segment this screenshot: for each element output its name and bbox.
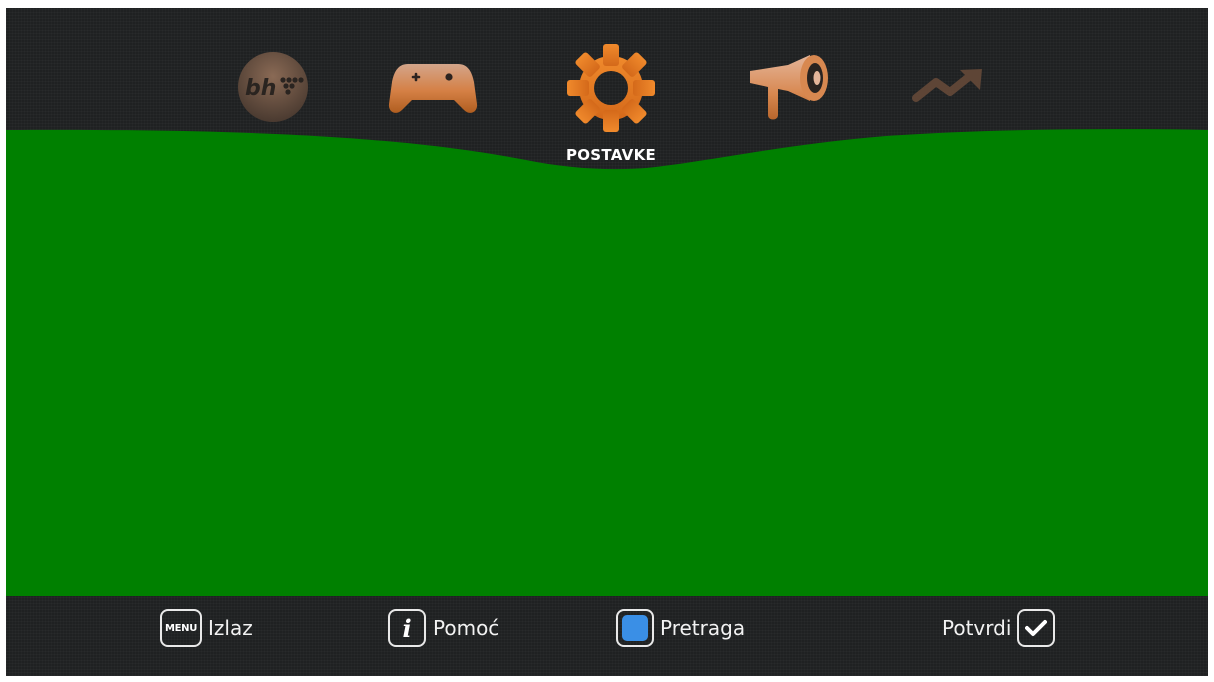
menu-item-games[interactable]	[388, 60, 478, 116]
megaphone-icon	[750, 55, 828, 120]
hint-exit-label: Izlaz	[208, 616, 253, 640]
blue-button-icon	[616, 609, 654, 647]
trend-up-icon	[912, 69, 982, 102]
hint-confirm-label: Potvrdi	[942, 616, 1012, 640]
menu-item-bh[interactable]: bh	[236, 50, 310, 124]
menu-item-stats[interactable]	[912, 68, 984, 106]
menu-item-promo[interactable]	[748, 53, 834, 123]
bh-logo-text: bh	[245, 76, 276, 101]
info-key-icon: i	[388, 609, 426, 647]
footer-hints: MENU Izlaz i Pomoć Pretraga Potvrdi	[6, 596, 1208, 676]
gear-icon	[567, 44, 655, 132]
menu-item-settings[interactable]	[564, 41, 658, 135]
check-key-icon	[1017, 609, 1056, 647]
hint-exit[interactable]: MENU Izlaz	[160, 606, 253, 650]
bh-logo-icon: bh	[238, 52, 308, 122]
gamepad-icon	[388, 64, 478, 113]
selected-menu-label: POSTAVKE	[565, 146, 657, 164]
main-menu: bh POSTAVKE	[6, 8, 1208, 178]
hint-help-label: Pomoć	[433, 616, 500, 640]
hint-confirm[interactable]: Potvrdi	[942, 606, 1056, 650]
menu-key-icon: MENU	[160, 609, 202, 647]
hint-search-label: Pretraga	[660, 616, 746, 640]
tv-screen: bh POSTAVKE MENU Izlaz i Pomoć Pretraga …	[6, 8, 1208, 676]
hint-search[interactable]: Pretraga	[616, 606, 745, 650]
hint-help[interactable]: i Pomoć	[388, 606, 499, 650]
